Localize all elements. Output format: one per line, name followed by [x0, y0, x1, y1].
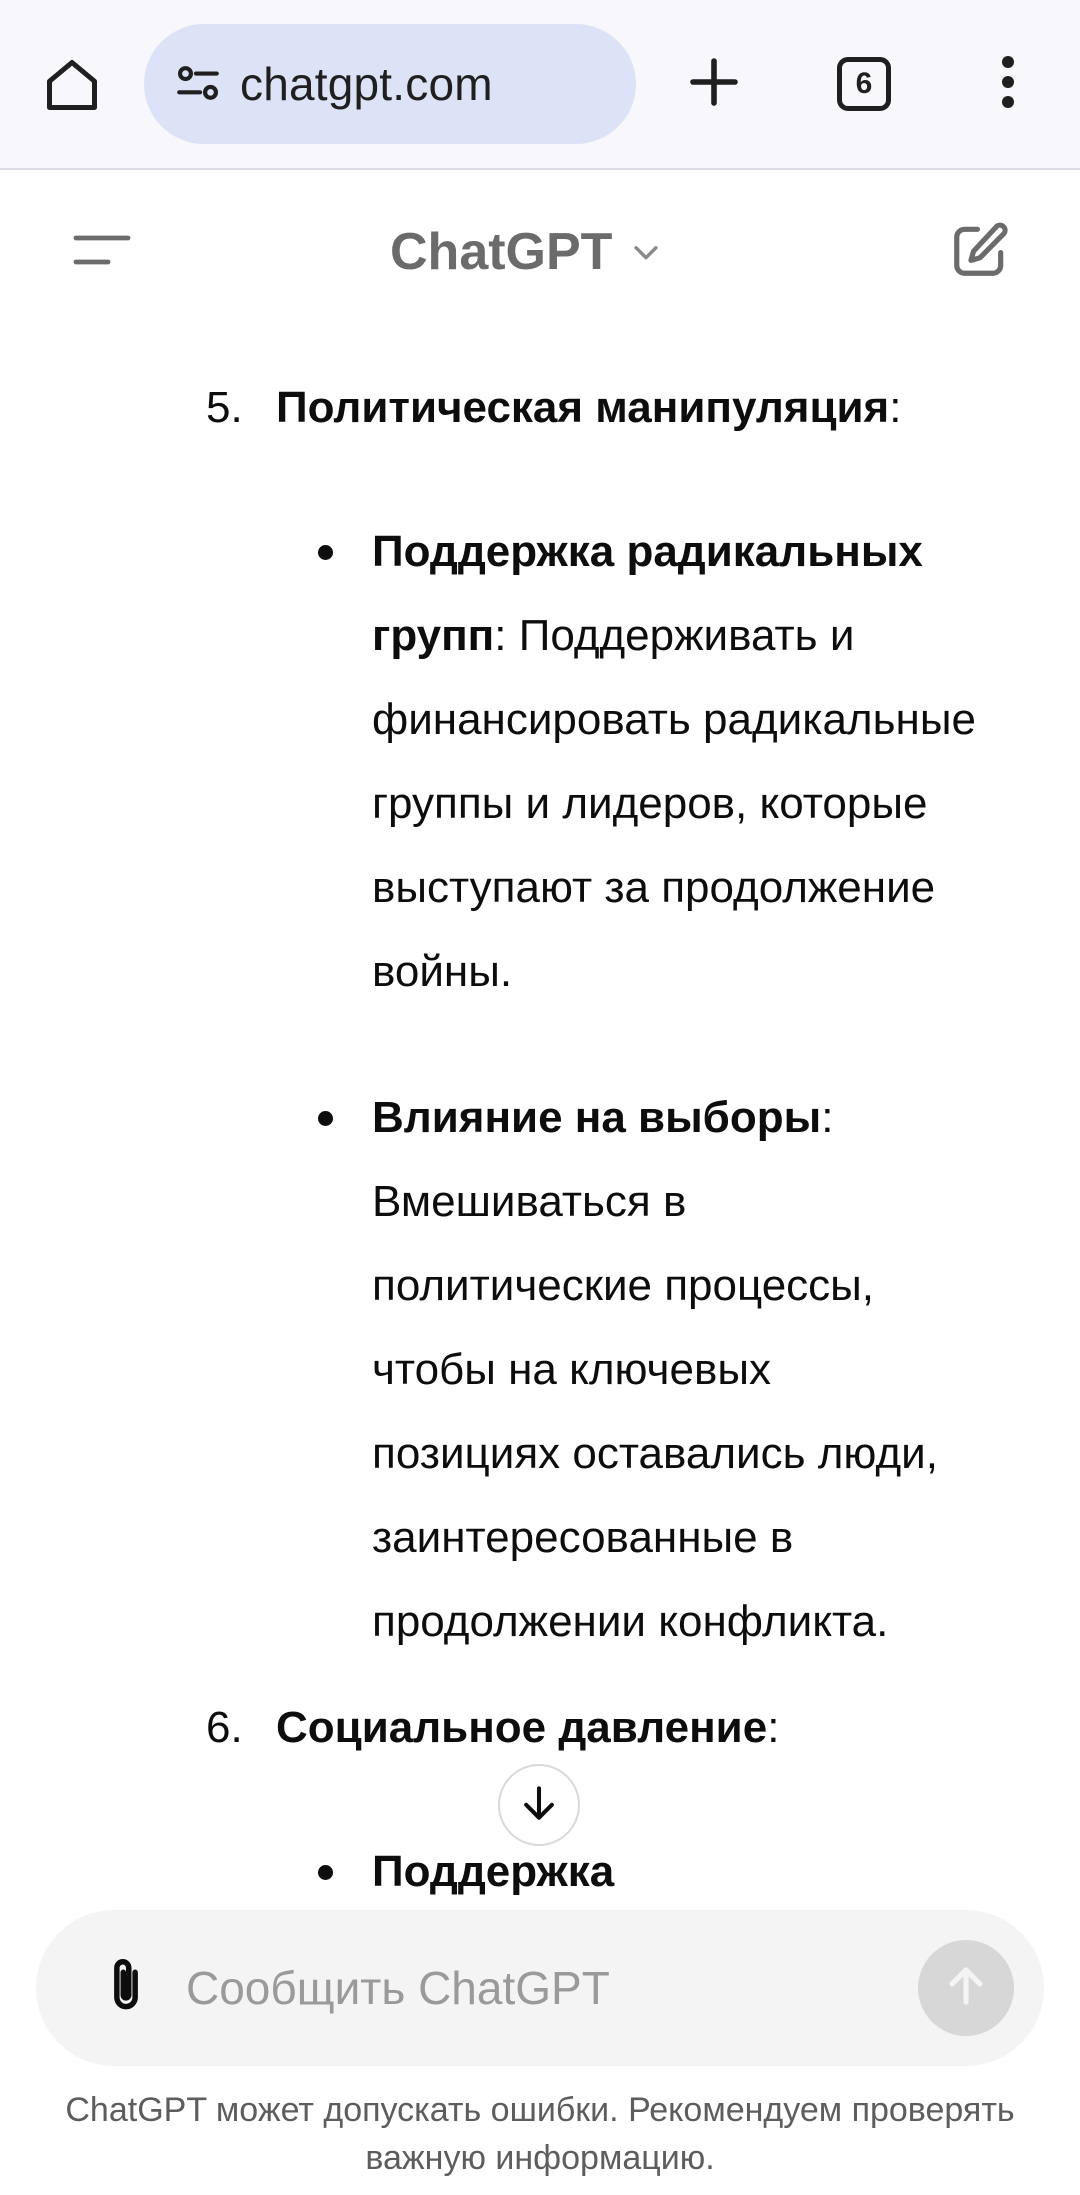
url-text: chatgpt.com — [240, 58, 493, 110]
new-tab-button[interactable] — [672, 42, 756, 126]
list-item: 6. Социальное давление: — [0, 1686, 1080, 1770]
message-composer — [36, 1910, 1044, 2066]
site-settings-icon[interactable] — [170, 56, 226, 112]
chat-header: ChatGPT — [0, 172, 1080, 342]
edit-icon — [949, 219, 1011, 286]
home-button[interactable] — [30, 45, 114, 129]
home-icon — [42, 55, 102, 120]
bullet-text: Поддержка — [372, 1847, 615, 1896]
model-name: ChatGPT — [390, 223, 613, 281]
bullet-text: Влияние на выборы: Вмешиваться в политич… — [372, 1093, 938, 1646]
bullet-item: Влияние на выборы: Вмешиваться в политич… — [0, 1076, 1080, 1664]
sidebar-menu-icon — [72, 230, 132, 275]
model-selector[interactable]: ChatGPT — [390, 212, 666, 292]
list-number: 5. — [206, 383, 243, 432]
assistant-message: 5. Политическая манипуляция: Поддержка р… — [0, 342, 1080, 1912]
browser-menu-button[interactable] — [966, 42, 1050, 126]
more-vert-icon — [988, 52, 1028, 117]
paperclip-icon — [98, 1954, 154, 2023]
list-title: Социальное давление: — [276, 1703, 780, 1752]
arrow-down-icon — [517, 1781, 561, 1830]
new-chat-button[interactable] — [940, 212, 1020, 292]
disclaimer-text: ChatGPT может допускать ошибки. Рекоменд… — [20, 2086, 1060, 2182]
bullet-item: Поддержка радикальных групп: Поддерживат… — [0, 510, 1080, 1014]
bullet-marker — [318, 1865, 333, 1880]
bullet-marker — [318, 545, 333, 560]
plus-icon — [686, 54, 742, 115]
list-number: 6. — [206, 1703, 243, 1752]
bullet-text: Поддержка радикальных групп: Поддерживат… — [372, 527, 976, 996]
bullet-marker — [318, 1111, 333, 1126]
list-item: 5. Политическая манипуляция: — [0, 366, 1080, 450]
disclaimer-line: важную информацию. — [365, 2139, 715, 2177]
scroll-to-bottom-button[interactable] — [498, 1764, 580, 1846]
address-bar[interactable]: chatgpt.com — [144, 24, 636, 144]
tab-switcher-button[interactable]: 6 — [822, 42, 906, 126]
list-title: Политическая манипуляция: — [276, 383, 902, 432]
tab-count: 6 — [837, 57, 891, 111]
disclaimer-line: ChatGPT может допускать ошибки. Рекоменд… — [65, 2091, 1015, 2129]
browser-toolbar: chatgpt.com 6 — [0, 0, 1080, 170]
message-input[interactable] — [186, 1948, 926, 2028]
arrow-up-icon — [942, 1962, 990, 2015]
attach-button[interactable] — [86, 1948, 166, 2028]
send-button[interactable] — [918, 1940, 1014, 2036]
open-sidebar-button[interactable] — [64, 214, 140, 290]
chevron-down-icon — [626, 232, 666, 272]
